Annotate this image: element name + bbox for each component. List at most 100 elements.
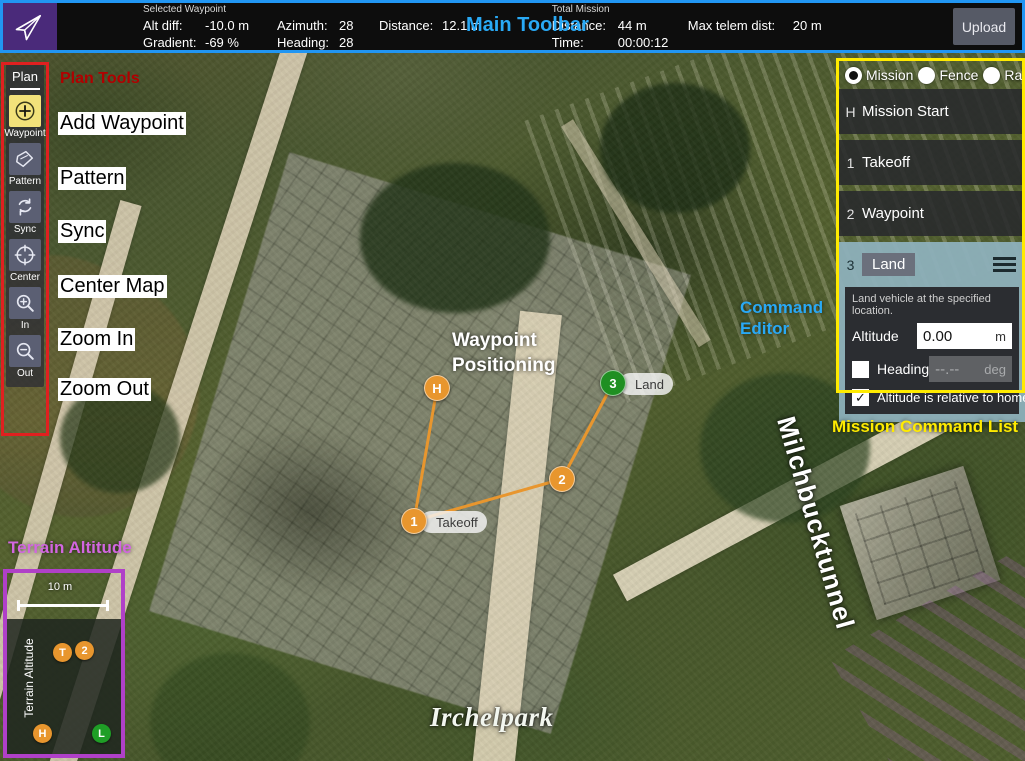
radio-label-fence: Fence: [939, 67, 978, 83]
hamburger-menu-icon[interactable]: [993, 257, 1016, 272]
command-name: Waypoint: [862, 205, 924, 222]
max-telem-value: 20 m: [793, 17, 822, 34]
tool-zoom-in[interactable]: In: [8, 287, 42, 333]
upload-button[interactable]: Upload: [953, 8, 1015, 45]
crosshair-icon: [9, 239, 41, 271]
max-telem-label: Max telem dist:: [688, 17, 793, 34]
waypoint-label-takeoff[interactable]: Takeoff: [420, 511, 487, 533]
annotation-zoom-in: Zoom In: [58, 328, 135, 351]
radio-mission[interactable]: Mission: [845, 67, 913, 84]
tool-label-center: Center: [10, 271, 40, 285]
relative-altitude-row: ✓ Altitude is relative to home: [852, 389, 1012, 406]
total-mission-col-2: Max telem dist: 20 m: [688, 17, 822, 51]
command-number: 1: [839, 155, 862, 171]
distance-label: Distance:: [379, 17, 442, 34]
waypoint-marker-2[interactable]: 2: [549, 466, 575, 492]
radio-label-rally: Rally: [1004, 67, 1025, 83]
altitude-row: Altitude 0.00 m: [852, 323, 1012, 349]
terrain-altitude-panel: 10 m Terrain Altitude T 2 H L: [7, 573, 121, 754]
waypoint-marker-home[interactable]: H: [424, 375, 450, 401]
altitude-unit: m: [995, 329, 1006, 344]
radio-dot-icon: [918, 67, 935, 84]
annotation-mission-command-list: Mission Command List: [832, 417, 1018, 437]
app-logo[interactable]: [0, 0, 57, 53]
radio-label-mission: Mission: [866, 67, 913, 83]
mission-leg-h-1: [414, 388, 437, 521]
command-row-land-selected[interactable]: 3 Land: [839, 242, 1025, 287]
relative-altitude-label: Altitude is relative to home: [877, 390, 1025, 405]
terrain-marker-takeoff[interactable]: T: [53, 643, 72, 662]
plus-circle-icon: [9, 95, 41, 127]
tool-zoom-out[interactable]: Out: [8, 335, 42, 381]
heading-checkbox[interactable]: ✓: [852, 361, 869, 378]
tool-sync[interactable]: Sync: [8, 191, 42, 237]
selected-waypoint-info: Selected Waypoint Alt diff: -10.0 m Grad…: [143, 0, 482, 53]
selected-waypoint-caption: Selected Waypoint: [143, 3, 482, 16]
relative-altitude-checkbox[interactable]: ✓: [852, 389, 869, 406]
terrain-axis-label: Terrain Altitude: [22, 628, 36, 728]
terrain-marker-home[interactable]: H: [33, 724, 52, 743]
heading-value: 28: [339, 34, 379, 51]
azimuth-label: Azimuth:: [277, 17, 339, 34]
terrain-marker-land[interactable]: L: [92, 724, 111, 743]
selected-waypoint-col-1: Alt diff: -10.0 m Gradient: -69 %: [143, 17, 277, 51]
command-number: 2: [839, 206, 862, 222]
tool-label-in: In: [21, 319, 29, 333]
command-description: Land vehicle at the specified location.: [852, 293, 1012, 317]
terrain-marker-2[interactable]: 2: [75, 641, 94, 660]
annotation-command-editor: Command Editor: [740, 297, 823, 339]
annotation-command-editor-line2: Editor: [740, 318, 823, 339]
polygon-icon: [9, 143, 41, 175]
tool-label-waypoint: Waypoint: [4, 127, 45, 141]
command-editor: Land vehicle at the specified location. …: [839, 287, 1025, 422]
tool-center-map[interactable]: Center: [8, 239, 42, 285]
waypoint-marker-3[interactable]: 3: [600, 370, 626, 396]
command-name: Mission Start: [862, 103, 949, 120]
alt-diff-label: Alt diff:: [143, 17, 205, 34]
selected-waypoint-col-2: Azimuth: 28 Heading: 28: [277, 17, 379, 51]
terrain-altitude-plot[interactable]: Terrain Altitude T 2 H L: [7, 619, 121, 754]
annotation-plan-tools: Plan Tools: [60, 70, 140, 88]
heading-value: --.--: [935, 361, 959, 378]
annotation-main-toolbar: Main Toolbar: [466, 14, 589, 37]
total-mission-caption: Total Mission: [552, 3, 822, 16]
annotation-center-map: Center Map: [58, 275, 167, 298]
radio-fence[interactable]: Fence: [918, 67, 978, 84]
tool-pattern[interactable]: Pattern: [8, 143, 42, 189]
altitude-input[interactable]: 0.00 m: [917, 323, 1012, 349]
radio-dot-icon: [845, 67, 862, 84]
annotation-pattern: Pattern: [58, 167, 126, 190]
heading-input[interactable]: --.-- deg: [929, 356, 1012, 382]
tool-add-waypoint[interactable]: Waypoint: [8, 95, 42, 141]
gradient-value: -69 %: [205, 34, 277, 51]
radio-dot-icon: [983, 67, 1000, 84]
altitude-label: Altitude: [852, 328, 917, 344]
annotation-zoom-out: Zoom Out: [58, 378, 151, 401]
heading-label: Heading:: [277, 34, 339, 51]
map-scale-label: 10 m: [7, 581, 113, 593]
annotation-waypoint-positioning: Waypoint Positioning: [452, 328, 555, 378]
command-row-takeoff[interactable]: 1 Takeoff: [839, 140, 1025, 185]
command-number: 3: [839, 257, 862, 273]
annotation-add-waypoint: Add Waypoint: [58, 112, 186, 135]
total-distance-value: 44 m: [618, 17, 688, 34]
annotation-waypoint-positioning-line2: Positioning: [452, 353, 555, 378]
mission-command-panel: Mission Fence Rally H Mission Start 1 Ta…: [839, 61, 1025, 422]
map-scale-bar-container: 10 m: [7, 573, 121, 619]
zoom-in-icon: [9, 287, 41, 319]
command-row-waypoint[interactable]: 2 Waypoint: [839, 191, 1025, 236]
annotation-terrain-altitude: Terrain Altitude: [8, 538, 132, 558]
command-name: Takeoff: [862, 154, 910, 171]
total-mission-info: Total Mission Distance: 44 m Time: 00:00…: [552, 0, 822, 53]
map-scale-ruler: [17, 600, 109, 611]
paper-plane-icon: [14, 12, 44, 42]
heading-label: Heading: [877, 361, 929, 377]
tool-label-pattern: Pattern: [9, 175, 41, 189]
heading-unit: deg: [984, 362, 1006, 377]
command-row-mission-start[interactable]: H Mission Start: [839, 89, 1025, 134]
radio-rally[interactable]: Rally: [983, 67, 1025, 84]
azimuth-value: 28: [339, 17, 379, 34]
waypoint-label-land[interactable]: Land: [619, 373, 673, 395]
waypoint-marker-1[interactable]: 1: [401, 508, 427, 534]
tool-label-sync: Sync: [14, 223, 36, 237]
